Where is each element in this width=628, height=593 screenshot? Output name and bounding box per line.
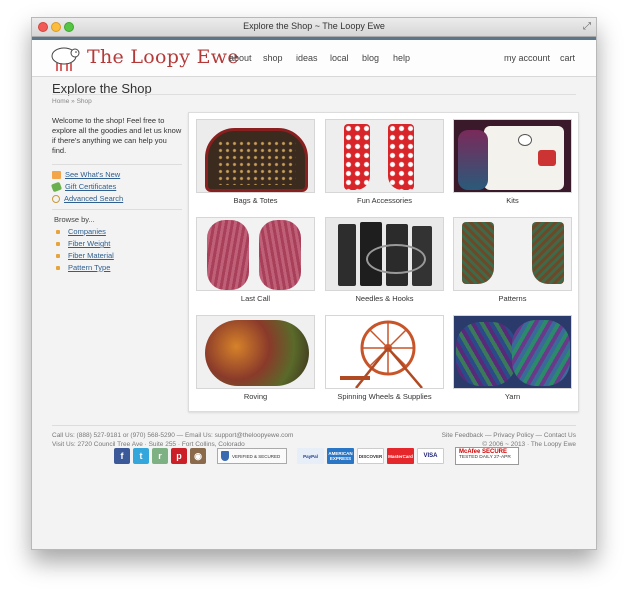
bullet-icon — [56, 242, 60, 246]
bag-image — [196, 119, 315, 193]
tile-roving[interactable]: Roving — [196, 315, 315, 401]
kit-bag-image — [453, 119, 572, 193]
sidebar-link-whats-new[interactable]: See What's New — [52, 170, 182, 180]
sidebar-link-label: See What's New — [65, 170, 121, 179]
title-bar: Explore the Shop ~ The Loopy Ewe ⤢ — [32, 18, 596, 37]
tile-needles-hooks[interactable]: Needles & Hooks — [325, 217, 444, 303]
footer-badges: f t r p ◉ VERIFIED & SECURED PayPal AMER… — [114, 447, 519, 465]
tile-last-call[interactable]: Last Call — [196, 217, 315, 303]
window-title: Explore the Shop ~ The Loopy Ewe — [243, 21, 385, 31]
bullet-icon — [56, 230, 60, 234]
sidebar: Welcome to the shop! Feel free to explor… — [50, 116, 182, 275]
browse-by-heading: Browse by... — [54, 215, 95, 224]
tile-label: Roving — [243, 392, 268, 401]
nav-blog[interactable]: blog — [362, 53, 379, 63]
nav-my-account[interactable]: my account — [504, 53, 550, 63]
facebook-icon[interactable]: f — [114, 448, 130, 464]
pinterest-icon[interactable]: p — [171, 448, 187, 464]
amex-card-icon: AMERICAN EXPRESS — [327, 448, 354, 464]
pink-yarn-image — [196, 217, 315, 291]
twitter-icon[interactable]: t — [133, 448, 149, 464]
sidebar-link-advanced-search[interactable]: Advanced Search — [52, 194, 182, 204]
browse-label: Pattern Type — [68, 263, 111, 272]
tile-spinning-wheels[interactable]: Spinning Wheels & Supplies — [325, 315, 444, 401]
shield-icon — [221, 451, 229, 461]
tile-label: Needles & Hooks — [355, 294, 414, 303]
browse-label: Fiber Material — [68, 251, 114, 260]
mastercard-icon: MasterCard — [387, 448, 414, 464]
site-footer: Call Us: (888) 527-9181 or (970) 568-529… — [52, 425, 576, 448]
browse-fiber-weight[interactable]: Fiber Weight — [52, 239, 182, 249]
tile-fun-accessories[interactable]: Fun Accessories — [325, 119, 444, 205]
nav-shop[interactable]: shop — [263, 53, 283, 63]
footer-link-row[interactable]: Site Feedback — Privacy Policy — Contact… — [442, 431, 576, 440]
sidebar-divider — [52, 164, 182, 165]
bullet-icon — [56, 254, 60, 258]
browse-companies[interactable]: Companies — [52, 227, 182, 237]
instagram-icon[interactable]: ◉ — [190, 448, 206, 464]
nav-help[interactable]: help — [393, 53, 410, 63]
spinning-wheel-image — [325, 315, 444, 389]
discover-card-icon: DISCOVER — [357, 448, 384, 464]
nav-local[interactable]: local — [330, 53, 349, 63]
sheep-logo-icon[interactable] — [49, 43, 81, 73]
site-header: The Loopy Ewe about shop ideas local blo… — [32, 37, 596, 77]
nav-ideas[interactable]: ideas — [296, 53, 318, 63]
sidebar-link-label: Advanced Search — [64, 194, 124, 203]
browse-label: Fiber Weight — [68, 239, 111, 248]
tile-label: Last Call — [240, 294, 271, 303]
breadcrumb[interactable]: Home » Shop — [52, 98, 92, 105]
needles-image — [325, 217, 444, 291]
sidebar-link-label: Gift Certificates — [65, 182, 117, 191]
sidebar-link-gift-certificates[interactable]: Gift Certificates — [50, 181, 182, 193]
new-badge-icon — [52, 171, 61, 179]
paypal-card-icon: PayPal — [297, 448, 324, 464]
sidebar-divider — [52, 209, 182, 210]
magnifier-icon — [52, 195, 60, 203]
title-divider — [52, 94, 576, 95]
browse-label: Companies — [68, 227, 106, 236]
footer-call: Call Us: (888) 527-9181 or (970) 568-529… — [52, 432, 294, 439]
tile-bags-totes[interactable]: Bags & Totes — [196, 119, 315, 205]
visa-card-icon: VISA — [417, 448, 444, 464]
tile-label: Patterns — [498, 294, 527, 303]
tile-label: Kits — [506, 196, 519, 205]
fullscreen-icon[interactable]: ⤢ — [583, 21, 591, 32]
tile-label: Bags & Totes — [233, 196, 278, 205]
tile-yarn[interactable]: Yarn — [453, 315, 572, 401]
browse-fiber-material[interactable]: Fiber Material — [52, 251, 182, 261]
pattern-socks-image — [453, 217, 572, 291]
verified-secured-badge[interactable]: VERIFIED & SECURED — [217, 448, 287, 464]
mcafee-tested-label: TESTED DAILY 27-APR — [459, 455, 511, 460]
tile-label: Yarn — [504, 392, 521, 401]
nav-cart[interactable]: cart — [560, 53, 575, 63]
mcafee-badge[interactable]: McAfee SECURE TESTED DAILY 27-APR — [455, 447, 519, 465]
bullet-icon — [56, 266, 60, 270]
tile-patterns[interactable]: Patterns — [453, 217, 572, 303]
tile-label: Fun Accessories — [356, 196, 413, 205]
verified-label: VERIFIED & SECURED — [232, 453, 281, 459]
site-logo-text[interactable]: The Loopy Ewe — [87, 46, 239, 68]
tile-kits[interactable]: Kits — [453, 119, 572, 205]
welcome-text: Welcome to the shop! Feel free to explor… — [52, 116, 182, 155]
nav-about[interactable]: about — [229, 53, 252, 63]
roving-image — [196, 315, 315, 389]
yarn-image — [453, 315, 572, 389]
browser-window: Explore the Shop ~ The Loopy Ewe ⤢ The L… — [31, 17, 597, 550]
browse-pattern-type[interactable]: Pattern Type — [52, 263, 182, 273]
gift-tag-icon — [50, 181, 63, 193]
category-grid: Bags & Totes Fun Accessories Kits Last C… — [188, 112, 579, 412]
tile-label: Spinning Wheels & Supplies — [337, 392, 432, 401]
socks-image — [325, 119, 444, 193]
spinning-wheel-icon — [340, 320, 423, 388]
ravelry-icon[interactable]: r — [152, 448, 168, 464]
